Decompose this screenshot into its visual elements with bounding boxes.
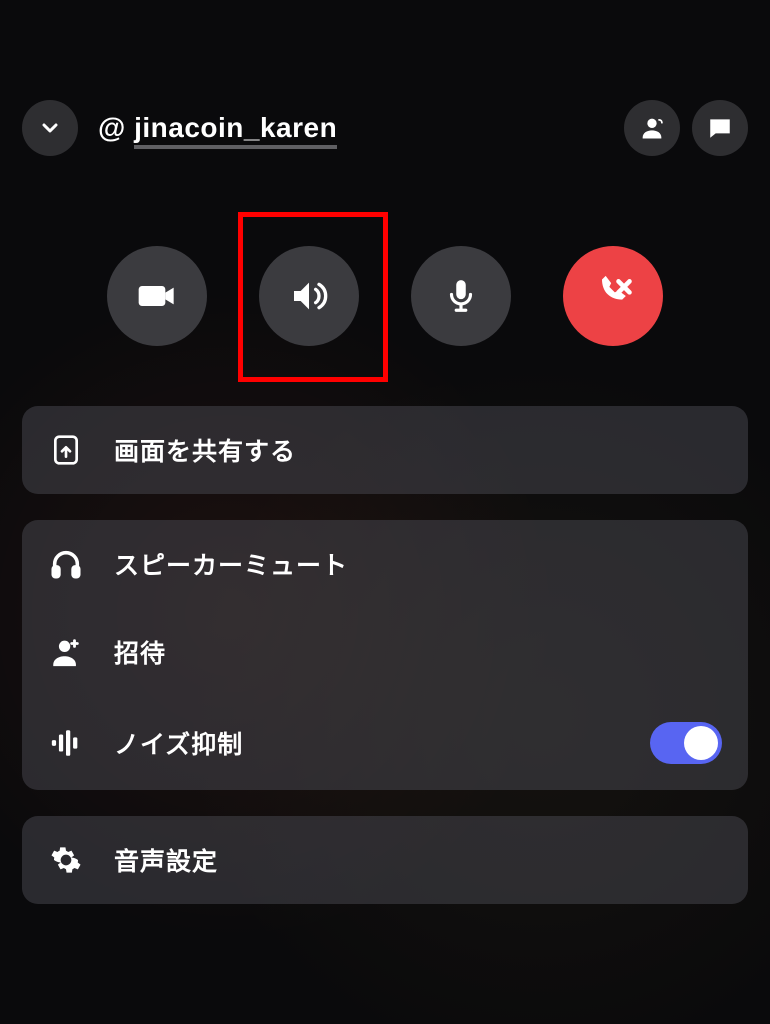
share-screen-icon [50, 434, 82, 466]
speaker-icon [289, 276, 329, 316]
username-display: @ jinacoin_karen [98, 112, 604, 144]
invite-label: 招待 [114, 634, 722, 670]
disconnect-button[interactable] [563, 246, 663, 346]
user-activity-icon [638, 114, 666, 142]
gear-icon [50, 844, 82, 876]
voice-settings-row[interactable]: 音声設定 [22, 816, 748, 904]
toggle-knob [684, 726, 718, 760]
noise-suppression-label: ノイズ抑制 [114, 725, 620, 761]
invite-row[interactable]: 招待 [22, 608, 748, 696]
speaker-button[interactable] [259, 246, 359, 346]
video-icon [137, 276, 177, 316]
noise-suppression-icon [49, 726, 83, 760]
chevron-down-icon [38, 116, 62, 140]
voice-settings-label: 音声設定 [114, 842, 722, 878]
video-button[interactable] [107, 246, 207, 346]
share-screen-row[interactable]: 画面を共有する [22, 406, 748, 494]
noise-suppression-toggle[interactable] [650, 722, 722, 764]
microphone-icon [442, 277, 480, 315]
headphones-icon [49, 547, 83, 581]
noise-suppression-row[interactable]: ノイズ抑制 [22, 696, 748, 790]
chat-icon [707, 115, 733, 141]
chat-button[interactable] [692, 100, 748, 156]
dropdown-button[interactable] [22, 100, 78, 156]
disconnect-icon [591, 274, 635, 318]
microphone-button[interactable] [411, 246, 511, 346]
speaker-mute-label: スピーカーミュート [114, 546, 722, 582]
invite-user-icon [49, 635, 83, 669]
speaker-mute-row[interactable]: スピーカーミュート [22, 520, 748, 608]
user-activity-button[interactable] [624, 100, 680, 156]
share-screen-label: 画面を共有する [114, 432, 722, 468]
